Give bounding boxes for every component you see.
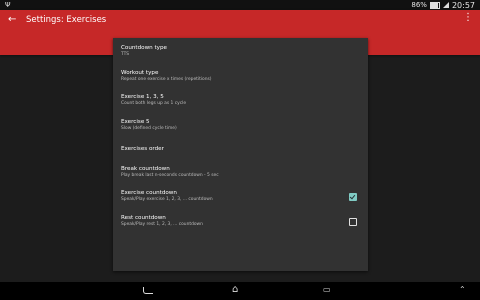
pref-title: Exercise 5 xyxy=(121,119,150,125)
pref-title: Countdown type xyxy=(121,45,167,51)
pref-summary: Repeat one exercise x times (repetitions… xyxy=(121,77,212,82)
pref-break-countdown[interactable]: Break countdown Play break last n-second… xyxy=(121,165,360,187)
pref-summary: Play break last n-seconds countdown - 5 … xyxy=(121,173,219,178)
pref-summary: Speak/Play exercise 1, 2, 3, ... countdo… xyxy=(121,197,213,202)
battery-percentage: 86% xyxy=(411,1,427,9)
overflow-menu-icon[interactable]: ⋮ xyxy=(463,13,473,23)
nav-back-shape xyxy=(143,287,153,294)
usb-debug-icon: Ψ xyxy=(5,1,11,9)
pref-workout-type[interactable]: Workout type Repeat one exercise x times… xyxy=(121,69,360,91)
page-title: Settings: Exercises xyxy=(26,15,107,25)
pref-title: Workout type xyxy=(121,70,159,76)
pref-countdown-type[interactable]: Countdown type TTS xyxy=(121,44,360,66)
navigation-bar: ⌂ ▭ ⌃ xyxy=(0,282,480,300)
settings-list: Countdown type TTS Workout type Repeat o… xyxy=(113,38,368,271)
back-arrow-icon[interactable]: ← xyxy=(8,14,16,25)
pref-title: Rest countdown xyxy=(121,215,166,221)
nav-home-icon[interactable]: ⌂ xyxy=(232,285,238,295)
nav-back-icon[interactable] xyxy=(143,285,153,294)
pref-summary: Slow (defined cycle time) xyxy=(121,126,177,131)
pref-summary: Count both legs up as 1 cycle xyxy=(121,101,187,106)
battery-level-fill xyxy=(430,2,438,8)
pref-title: Exercise countdown xyxy=(121,190,177,196)
battery-icon xyxy=(429,1,440,9)
signal-icon xyxy=(442,2,449,8)
status-clock: 20:57 xyxy=(451,0,475,10)
pref-title: Exercise 1, 3, 5 xyxy=(121,94,164,100)
checkmark-icon xyxy=(349,193,356,200)
pref-exercises-order[interactable]: Exercises order xyxy=(121,145,360,167)
pref-exercise-countdown[interactable]: Exercise countdown Speak/Play exercise 1… xyxy=(121,189,360,211)
pref-title: Break countdown xyxy=(121,166,170,172)
exercise-countdown-checkbox[interactable] xyxy=(349,193,357,201)
pref-rest-countdown[interactable]: Rest countdown Speak/Play rest 1, 2, 3, … xyxy=(121,214,360,236)
status-bar: Ψ 86% 20:57 xyxy=(0,0,480,10)
nav-up-icon[interactable]: ⌃ xyxy=(459,285,466,294)
pref-exercise-1-3-5[interactable]: Exercise 1, 3, 5 Count both legs up as 1… xyxy=(121,93,360,115)
nav-recents-icon[interactable]: ▭ xyxy=(323,285,331,294)
pref-summary: Speak/Play rest 1, 2, 3, ... countdown xyxy=(121,222,203,227)
pref-title: Exercises order xyxy=(121,146,164,152)
status-right-area: 86% 20:57 xyxy=(411,0,475,10)
pref-exercise-5[interactable]: Exercise 5 Slow (defined cycle time) xyxy=(121,118,360,140)
pref-summary: TTS xyxy=(121,52,130,57)
rest-countdown-checkbox[interactable] xyxy=(349,218,357,226)
